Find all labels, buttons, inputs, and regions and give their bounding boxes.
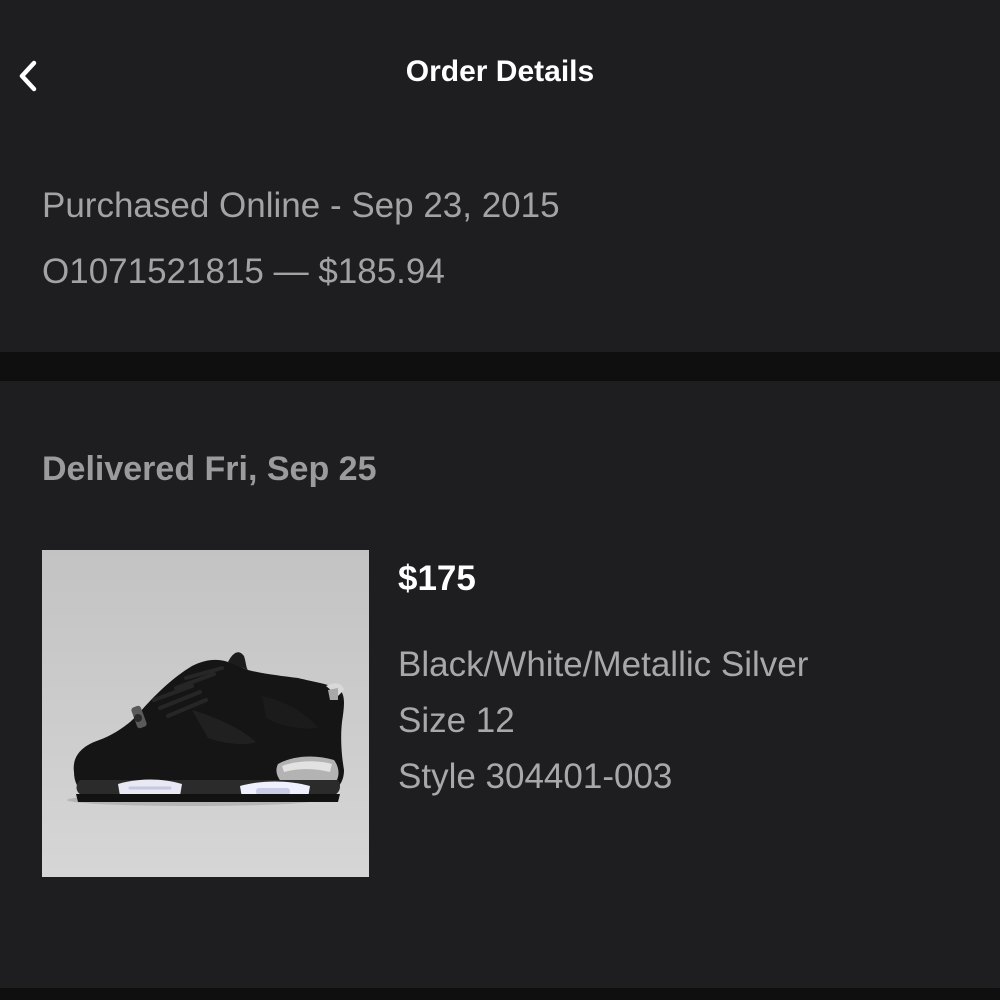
sneaker-icon	[67, 652, 345, 806]
item-style: Style 304401-003	[398, 757, 673, 796]
product-image[interactable]	[42, 550, 369, 877]
nav-bar: Order Details	[0, 0, 1000, 140]
page-title: Order Details	[405, 55, 595, 88]
section-divider	[0, 352, 1000, 381]
delivery-status: Delivered Fri, Sep 25	[42, 450, 377, 488]
shipment-section: Delivered Fri, Sep 25 $175 Black/White/M…	[0, 381, 1000, 988]
bottom-divider	[0, 988, 1000, 1000]
item-price: $175	[398, 559, 476, 598]
item-color: Black/White/Metallic Silver	[398, 645, 809, 684]
purchase-date: Purchased Online - Sep 23, 2015	[42, 186, 560, 225]
order-number-total: O1071521815 — $185.94	[42, 252, 445, 291]
order-details-screen: Order Details Purchased Online - Sep 23,…	[0, 0, 1000, 1000]
purchase-summary: Purchased Online - Sep 23, 2015 O1071521…	[0, 140, 1000, 352]
item-size: Size 12	[398, 701, 515, 740]
